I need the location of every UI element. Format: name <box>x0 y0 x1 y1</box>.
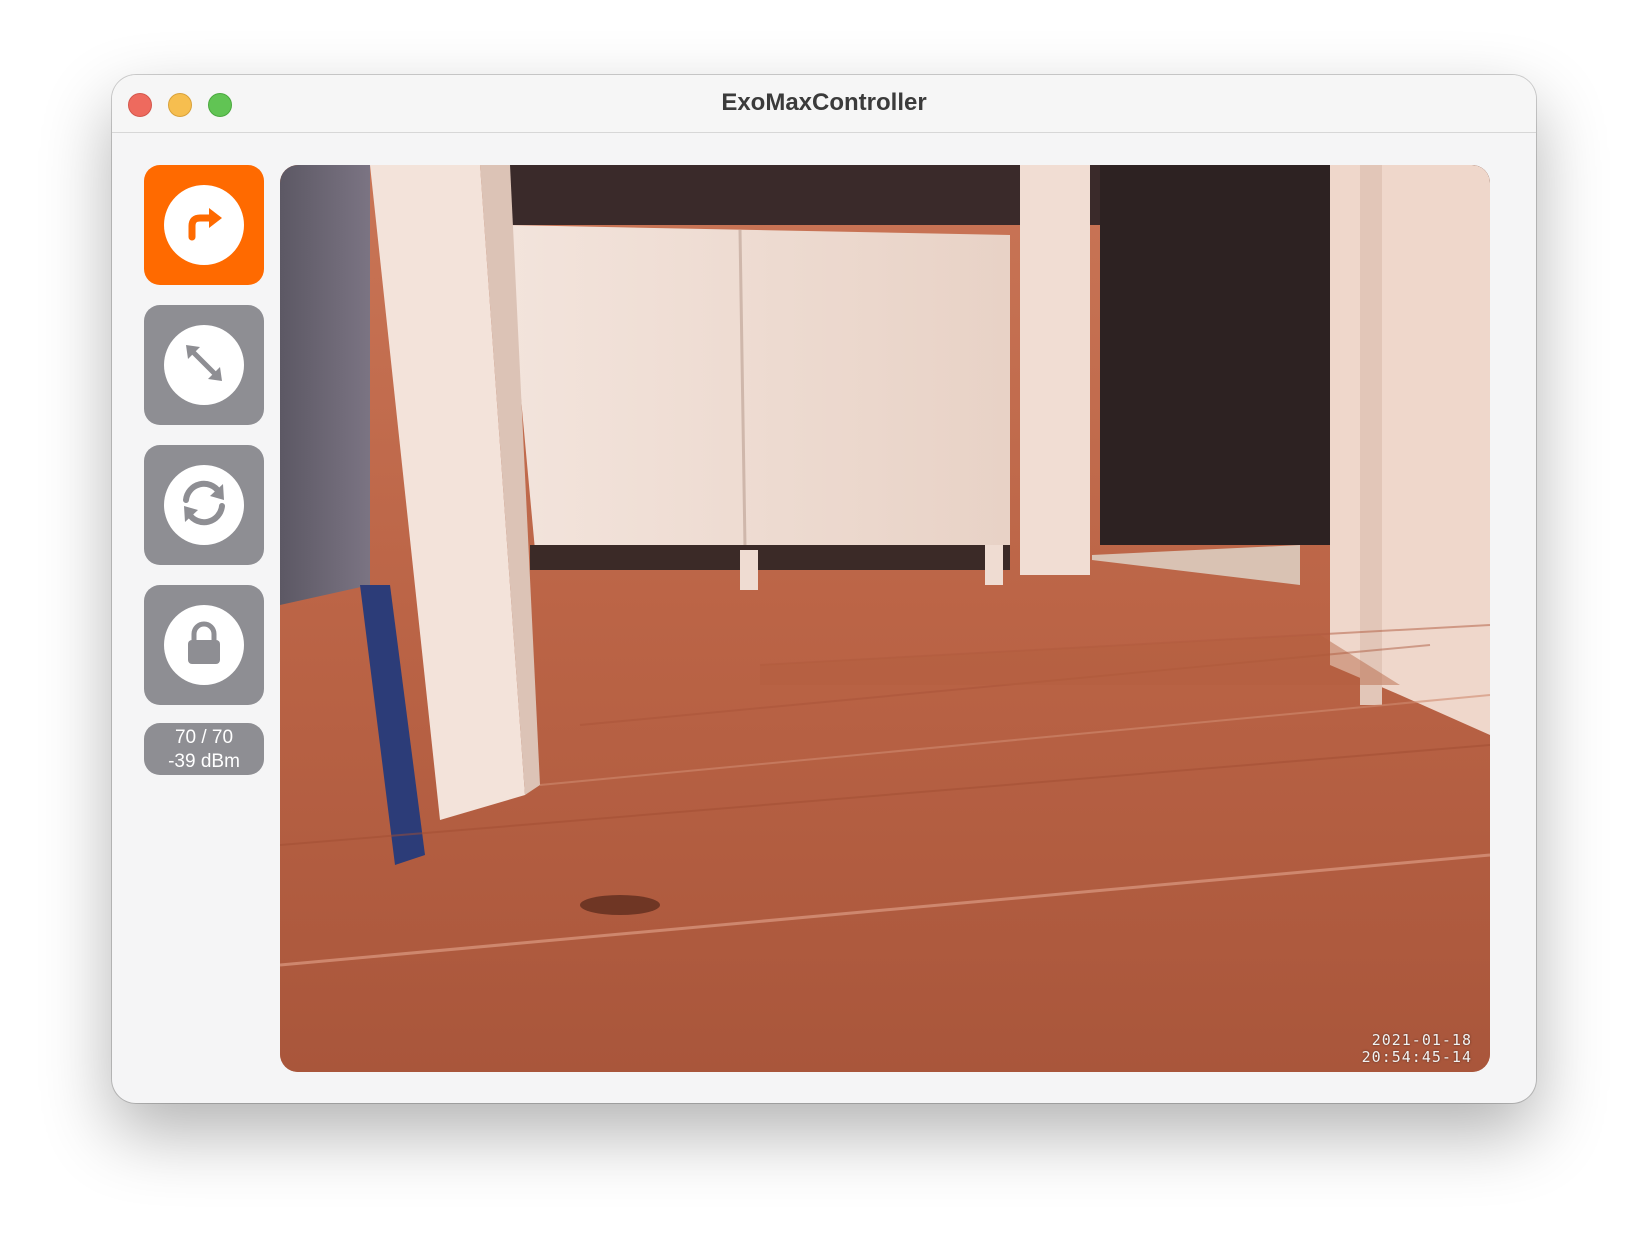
camera-image <box>280 165 1490 1072</box>
camera-feed: 2021-01-18 20:54:45-14 <box>280 165 1490 1072</box>
app-window: ExoMaxController 70 / 70 -39 dBm 2021-01… <box>112 75 1536 1103</box>
control-sidebar: 70 / 70 -39 dBm <box>144 165 264 775</box>
timestamp-date: 2021-01-18 <box>1371 1031 1472 1049</box>
signal-strength-readout: -39 dBm <box>168 751 240 772</box>
refresh-button[interactable] <box>144 445 264 565</box>
arrow-turn-right-icon <box>180 199 228 252</box>
timestamp-time: 20:54:45-14 <box>1361 1048 1472 1066</box>
lock-icon <box>182 619 226 672</box>
window-title: ExoMaxController <box>721 89 927 116</box>
sync-arrows-icon <box>177 476 231 535</box>
expand-arrows-icon <box>180 339 228 392</box>
forward-turn-button[interactable] <box>144 165 264 285</box>
speed-readout: 70 / 70 <box>174 727 234 748</box>
expand-button[interactable] <box>144 305 264 425</box>
title-bar: ExoMaxController <box>112 75 1536 133</box>
connection-status-badge: 70 / 70 -39 dBm <box>144 723 264 775</box>
lock-button[interactable] <box>144 585 264 705</box>
video-timestamp: 2021-01-18 20:54:45-14 <box>1362 1032 1472 1066</box>
